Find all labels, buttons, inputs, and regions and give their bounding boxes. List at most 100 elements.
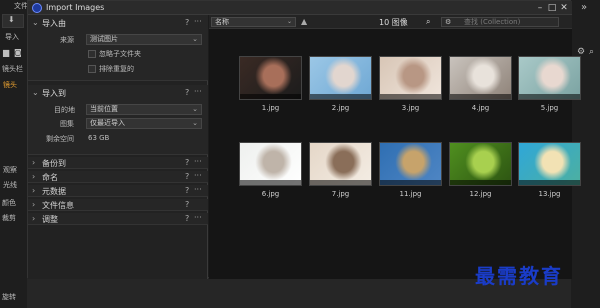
expand-icon[interactable]: » — [581, 2, 587, 13]
more-icon[interactable]: ··· — [194, 17, 202, 26]
chevron-down-icon: ⌄ — [32, 88, 39, 97]
album-label: 图集 — [60, 120, 74, 128]
import-settings-panel: ⌄ 导入由 ? ··· 来源 测试图片 ⌄ 忽略子文件夹 排除重复的 ⌄ 导入到… — [28, 15, 208, 279]
chevron-right-icon: › — [32, 158, 36, 167]
free-space-label: 剩余空间 — [46, 135, 74, 143]
naming-section[interactable]: › 命名 ? ··· — [28, 171, 208, 183]
image-thumbnail[interactable] — [449, 56, 512, 100]
import-to-section: ⌄ 导入到 ? ··· 目的地 当前位置 ⌄ 图集 仅最近导入 ⌄ 剩余空间 6… — [28, 85, 208, 155]
image-thumbnail[interactable] — [518, 142, 581, 186]
help-icon[interactable]: ? — [185, 158, 189, 167]
source-label: 来源 — [60, 36, 74, 44]
more-icon[interactable]: ··· — [194, 171, 202, 180]
help-icon[interactable]: ? — [185, 200, 189, 209]
lens-tool-label: 镜头栏 — [2, 65, 23, 73]
image-thumbnail[interactable] — [239, 56, 302, 100]
image-thumbnail[interactable] — [379, 142, 442, 186]
search-icon[interactable]: ⌕ — [426, 17, 430, 27]
rotate-tool-label: 旋转 — [2, 293, 16, 301]
download-icon: ⬇ — [8, 15, 15, 24]
import-from-header[interactable]: ⌄ 导入由 ? ··· — [28, 17, 208, 30]
help-icon[interactable]: ? — [185, 88, 189, 97]
exclude-duplicates-checkbox[interactable] — [88, 65, 96, 73]
thumbnail-info-strip — [240, 180, 301, 185]
ignore-subfolders-label: 忽略子文件夹 — [99, 50, 141, 58]
backup-to-section[interactable]: › 备份到 ? ··· — [28, 157, 208, 169]
thumbnail-info-strip — [240, 94, 301, 99]
thumbnail-info-strip — [310, 94, 371, 99]
image-filename: 1.jpg — [261, 104, 280, 112]
photo-preview — [380, 143, 441, 185]
backup-to-title: 备份到 — [42, 159, 66, 168]
photo-preview — [380, 57, 441, 99]
album-select[interactable]: 仅最近导入 ⌄ — [86, 118, 202, 129]
image-thumbnail[interactable] — [379, 56, 442, 100]
sort-value: 名称 — [215, 18, 229, 26]
help-icon[interactable]: ? — [185, 186, 189, 195]
close-icon[interactable]: ✕ — [558, 2, 570, 14]
source-value: 测试图片 — [90, 35, 118, 43]
chevron-down-icon: ⌄ — [286, 18, 292, 25]
dialog-titlebar[interactable]: Import Images – □ ✕ — [28, 1, 572, 15]
photo-preview — [240, 143, 301, 185]
image-thumbnail[interactable] — [239, 142, 302, 186]
metadata-section[interactable]: › 元数据 ? ··· — [28, 185, 208, 197]
image-filename: 4.jpg — [471, 104, 490, 112]
more-icon[interactable]: ··· — [194, 185, 202, 194]
crop-tool-label: 裁剪 — [2, 214, 16, 222]
metadata-title: 元数据 — [42, 187, 66, 196]
camera-icon[interactable]: ◙ — [14, 48, 22, 57]
view-label: 观察 — [3, 166, 17, 174]
search-placeholder: 查找 (Collection) — [464, 18, 521, 26]
image-thumbnail[interactable] — [309, 142, 372, 186]
more-icon[interactable]: ··· — [194, 213, 202, 222]
import-to-title: 导入到 — [42, 89, 66, 98]
more-icon[interactable]: ··· — [194, 87, 202, 96]
more-icon[interactable]: ··· — [194, 157, 202, 166]
free-space-value: 63 GB — [88, 134, 110, 142]
thumbnail-info-strip — [310, 180, 371, 185]
photo-preview — [310, 57, 371, 99]
adjustments-title: 调整 — [42, 215, 58, 224]
destination-select[interactable]: 当前位置 ⌄ — [86, 104, 202, 115]
maximize-icon[interactable]: □ — [546, 2, 558, 14]
search-icon[interactable]: ⌕ — [589, 47, 594, 57]
chevron-down-icon: ⌄ — [192, 119, 198, 127]
folder-icon[interactable]: ▆ — [3, 48, 9, 57]
minimize-icon[interactable]: – — [534, 2, 546, 14]
file-info-section[interactable]: › 文件信息 ? — [28, 199, 208, 211]
import-toolbar-button[interactable]: ⬇ — [2, 14, 24, 28]
image-thumbnail[interactable] — [309, 56, 372, 100]
chevron-right-icon: › — [32, 186, 36, 195]
help-icon[interactable]: ? — [185, 172, 189, 181]
import-to-header[interactable]: ⌄ 导入到 ? ··· — [28, 87, 208, 100]
import-images-dialog: Import Images – □ ✕ ⌄ 导入由 ? ··· 来源 测试图片 … — [27, 0, 581, 279]
help-icon[interactable]: ? — [185, 214, 189, 223]
adjustments-section[interactable]: › 调整 ? ··· — [28, 213, 208, 225]
thumbnail-info-strip — [380, 94, 441, 99]
exclude-duplicates-label: 排除重复的 — [99, 65, 134, 73]
naming-title: 命名 — [42, 173, 58, 182]
thumbnail-info-strip — [380, 180, 441, 185]
source-select[interactable]: 测试图片 ⌄ — [86, 34, 202, 45]
menu-file[interactable]: 文件 — [14, 1, 28, 11]
search-input[interactable]: ⚙ 查找 (Collection) — [441, 17, 559, 27]
sort-direction-icon[interactable]: ▲ — [301, 17, 307, 26]
image-browser-panel: 名称 ⌄ ▲ 10 图像 ⌕ ⚙ 查找 (Collection) 1.jpg 2.… — [209, 15, 581, 279]
filter-icon: ⚙ — [445, 18, 452, 26]
chevron-down-icon: ⌄ — [192, 35, 198, 43]
image-thumbnail[interactable] — [518, 56, 581, 100]
help-icon[interactable]: ? — [185, 18, 189, 27]
lens-tab[interactable]: 镜头 — [3, 80, 17, 90]
sort-select[interactable]: 名称 ⌄ — [211, 17, 296, 27]
thumbnail-info-strip — [519, 180, 580, 185]
image-filename: 3.jpg — [401, 104, 420, 112]
image-thumbnail[interactable] — [449, 142, 512, 186]
light-label: 光线 — [3, 181, 17, 189]
image-filename: 6.jpg — [261, 190, 280, 198]
image-filename: 5.jpg — [540, 104, 559, 112]
photo-preview — [240, 57, 301, 99]
ignore-subfolders-checkbox[interactable] — [88, 50, 96, 58]
photo-preview — [450, 143, 511, 185]
photo-preview — [519, 143, 580, 185]
